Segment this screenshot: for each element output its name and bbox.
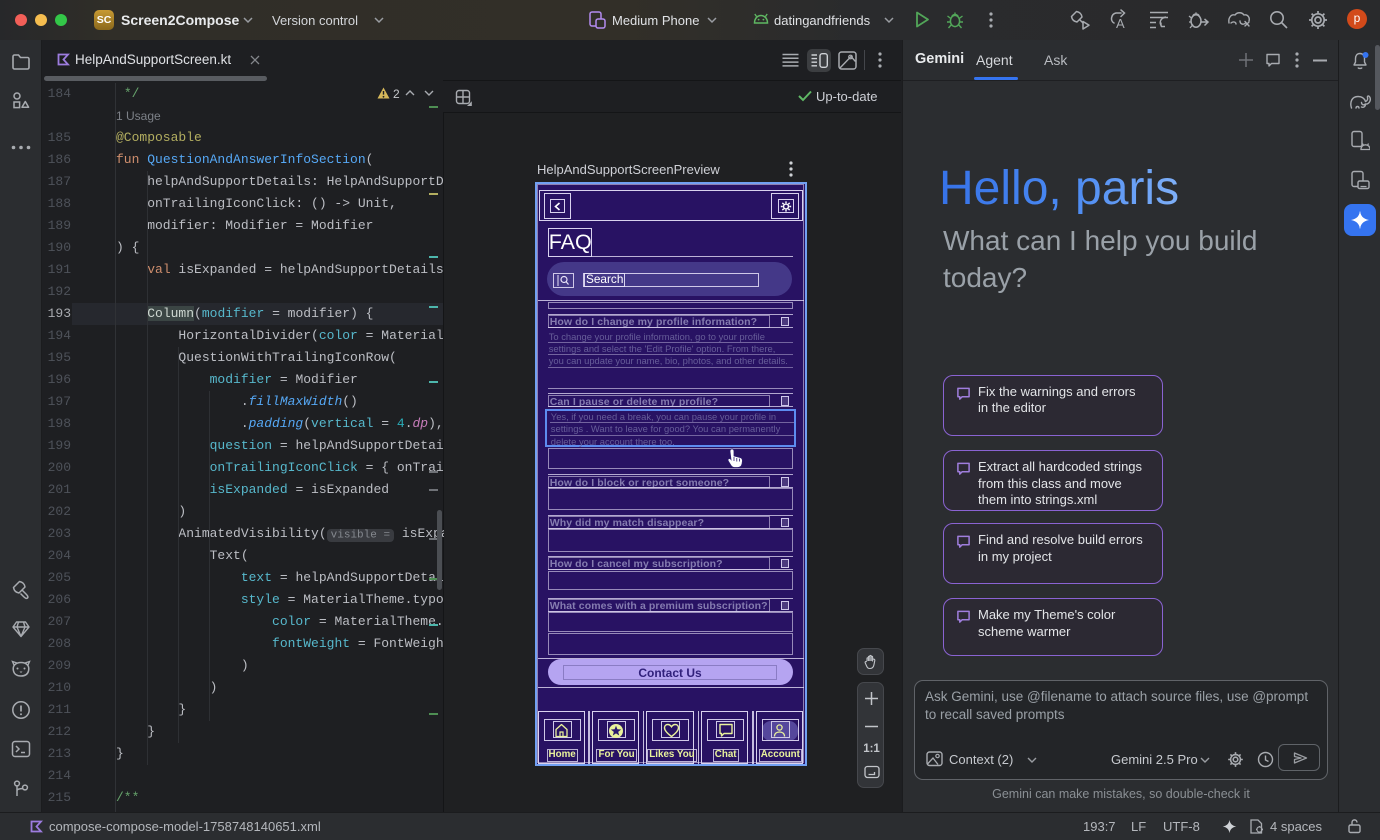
svg-text:2: 2 bbox=[393, 87, 400, 101]
svg-text:A: A bbox=[1116, 16, 1125, 31]
